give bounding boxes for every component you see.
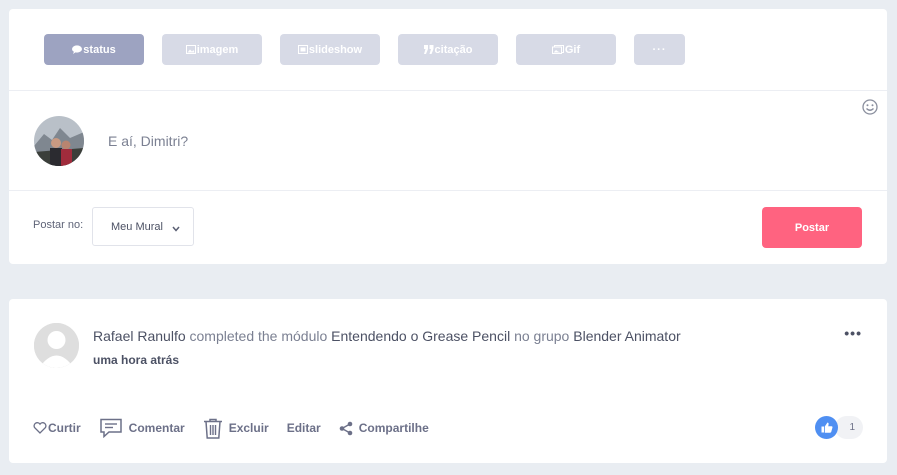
share-label: Compartilhe xyxy=(358,421,429,435)
activity-description: Rafael Ranulfo completed the módulo Ente… xyxy=(93,328,681,344)
composer-input[interactable]: E aí, Dimitri? xyxy=(108,133,188,149)
more-icon: ··· xyxy=(652,43,667,56)
gif-icon xyxy=(551,45,564,54)
tab-label: citação xyxy=(434,43,473,56)
trash-icon xyxy=(203,418,222,439)
like-label: Curtir xyxy=(48,421,81,435)
post-to-select[interactable]: Meu Mural xyxy=(92,207,194,246)
avatar[interactable] xyxy=(34,323,79,368)
avatar xyxy=(34,116,84,166)
slideshow-icon xyxy=(297,45,308,54)
post-to-label: Postar no: xyxy=(33,219,84,231)
tab-label: Gif xyxy=(564,43,581,56)
divider xyxy=(9,90,887,91)
tab-more[interactable]: ··· xyxy=(634,34,685,65)
comment-icon xyxy=(99,418,122,438)
image-icon xyxy=(185,45,196,54)
author-link[interactable]: Rafael Ranulfo xyxy=(93,328,186,344)
tab-image[interactable]: imagem xyxy=(162,34,262,65)
share-button[interactable]: Compartilhe xyxy=(339,421,429,436)
activity-verb: no grupo xyxy=(514,328,570,344)
post-composer: status imagem slideshow citação Gif ··· … xyxy=(9,9,887,264)
emoji-icon[interactable] xyxy=(862,99,878,115)
edit-label: Editar xyxy=(286,421,321,435)
divider xyxy=(9,190,887,191)
tab-quote[interactable]: citação xyxy=(398,34,498,65)
tab-label: status xyxy=(83,43,116,56)
comment-label: Comentar xyxy=(128,421,185,435)
delete-label: Excluir xyxy=(228,421,269,435)
like-button[interactable]: Curtir xyxy=(33,421,81,435)
chevron-down-icon xyxy=(172,223,180,235)
comment-button[interactable]: Comentar xyxy=(99,418,185,438)
more-options-icon[interactable]: ••• xyxy=(844,325,862,341)
tab-label: slideshow xyxy=(308,43,363,56)
thumbs-up-icon[interactable] xyxy=(815,416,838,439)
quote-icon xyxy=(423,45,434,54)
activity-actions: Curtir Comentar Excluir Editar Compartil… xyxy=(33,417,447,439)
delete-button[interactable]: Excluir xyxy=(203,418,269,439)
speech-bubble-icon xyxy=(72,45,83,54)
share-icon xyxy=(339,421,353,435)
post-to-value: Meu Mural xyxy=(111,220,163,233)
activity-item: Rafael Ranulfo completed the módulo Ente… xyxy=(9,299,887,463)
activity-verb: completed the módulo xyxy=(189,328,328,344)
tab-gif[interactable]: Gif xyxy=(516,34,616,65)
post-button[interactable]: Postar xyxy=(762,207,862,248)
activity-timestamp[interactable]: uma hora atrás xyxy=(93,353,179,367)
tab-label: imagem xyxy=(196,43,239,56)
tab-slideshow[interactable]: slideshow xyxy=(280,34,380,65)
edit-button[interactable]: Editar xyxy=(287,421,321,435)
module-link[interactable]: Entendendo o Grease Pencil xyxy=(331,328,510,344)
tab-status[interactable]: status xyxy=(44,34,144,65)
heart-icon xyxy=(33,422,47,434)
post-type-tabs: status imagem slideshow citação Gif ··· xyxy=(44,34,685,65)
group-link[interactable]: Blender Animator xyxy=(573,328,680,344)
like-count[interactable]: 1 xyxy=(835,416,863,439)
